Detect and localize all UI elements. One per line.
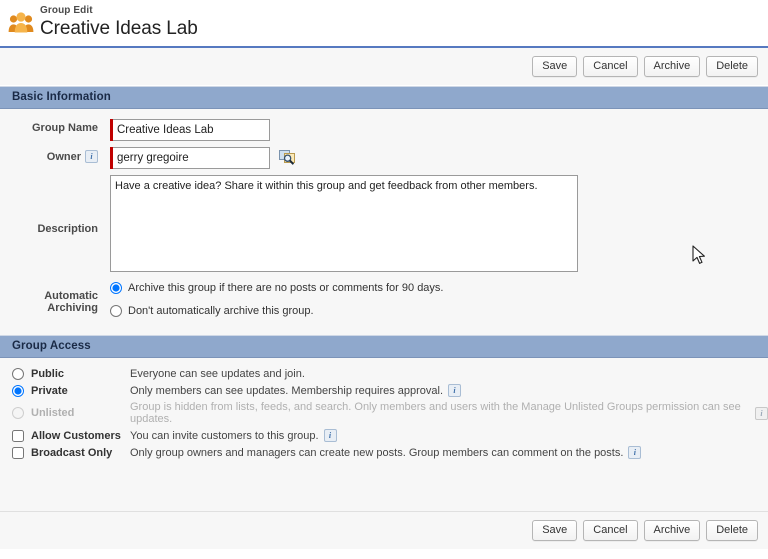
radio-archive-after-90-days[interactable]: Archive this group if there are no posts…: [110, 280, 443, 297]
access-label-private: Private: [31, 384, 68, 397]
group-name-input-wrap: [110, 119, 270, 142]
form-spacer: [0, 463, 768, 504]
section-header-basic-information: Basic Information: [0, 86, 768, 110]
page-eyebrow: Group Edit: [40, 5, 93, 16]
group-name-control: [110, 119, 270, 142]
save-button-bottom[interactable]: Save: [532, 520, 578, 542]
access-label-public: Public: [31, 368, 65, 381]
owner-input-wrap: [110, 147, 270, 170]
info-icon-unlisted[interactable]: i: [755, 406, 768, 420]
bottom-button-bar: Save Cancel Archive Delete: [0, 511, 768, 550]
access-control-broadcast-only: [12, 446, 26, 459]
save-button-top[interactable]: Save: [532, 56, 578, 78]
access-desc-allow-customers: You can invite customers to this group. …: [130, 429, 337, 443]
checkbox-input-allow-customers[interactable]: [12, 429, 24, 442]
description-control: [110, 175, 578, 273]
cancel-button-bottom[interactable]: Cancel: [583, 520, 638, 542]
owner-label-cell: Owner i: [0, 147, 110, 164]
access-row-allow-customers[interactable]: Allow Customers You can invite customers…: [0, 429, 768, 446]
owner-label: Owner: [46, 150, 81, 163]
access-control-unlisted: [12, 407, 26, 420]
access-label-unlisted: Unlisted: [31, 407, 75, 420]
radio-input-public[interactable]: [12, 368, 24, 381]
access-desc-private: Only members can see updates. Membership…: [130, 384, 462, 398]
access-desc-broadcast-only: Only group owners and managers can creat…: [130, 446, 642, 460]
access-label-allow-customers: Allow Customers: [31, 429, 121, 442]
access-desc-text-private: Only members can see updates. Membership…: [130, 384, 444, 397]
access-desc-public: Everyone can see updates and join.: [130, 368, 305, 380]
radio-label-archive-90: Archive this group if there are no posts…: [128, 282, 444, 295]
group-name-input[interactable]: [113, 119, 270, 142]
page-title: Creative Ideas Lab: [40, 18, 198, 39]
info-icon-owner[interactable]: i: [85, 150, 98, 164]
access-desc-text-unlisted: Group is hidden from lists, feeds, and s…: [130, 401, 741, 426]
group-access-body: Public Everyone can see updates and join…: [0, 358, 768, 512]
radio-input-private[interactable]: [12, 384, 24, 397]
access-row-broadcast-only[interactable]: Broadcast Only Only group owners and man…: [0, 446, 768, 463]
basic-information-body: Group Name Owner i: [0, 109, 768, 336]
page-header: Group Edit Creative Ideas Lab: [0, 0, 768, 40]
delete-button-top[interactable]: Delete: [706, 56, 758, 78]
access-row-unlisted: Unlisted Group is hidden from lists, fee…: [0, 401, 768, 429]
description-textarea[interactable]: [110, 175, 578, 273]
access-control-private: [12, 384, 26, 397]
automatic-archiving-label: Automatic Archiving: [44, 290, 98, 315]
field-row-description: Description: [0, 175, 768, 273]
access-desc-unlisted: Group is hidden from lists, feeds, and s…: [130, 401, 768, 425]
radio-dont-archive[interactable]: Don't automatically archive this group.: [110, 303, 314, 320]
access-desc-text-allow-customers: You can invite customers to this group.: [130, 429, 319, 442]
archive-button-top[interactable]: Archive: [643, 56, 701, 78]
delete-button-bottom[interactable]: Delete: [706, 520, 758, 542]
info-icon-private[interactable]: i: [448, 384, 462, 398]
access-label-broadcast-only: Broadcast Only: [31, 446, 113, 459]
access-control-public: [12, 368, 26, 381]
field-row-owner: Owner i: [0, 147, 768, 170]
page-bottom-fill: [0, 549, 768, 559]
radio-label-dont-archive: Don't automatically archive this group.: [128, 304, 314, 317]
info-icon-allow-customers[interactable]: i: [323, 429, 337, 443]
radio-input-dont-archive[interactable]: [110, 304, 122, 317]
section-header-group-access: Group Access: [0, 335, 768, 359]
access-row-public[interactable]: Public Everyone can see updates and join…: [0, 368, 768, 384]
radio-input-archive-90[interactable]: [110, 282, 122, 295]
archive-button-bottom[interactable]: Archive: [643, 520, 701, 542]
info-icon-broadcast-only[interactable]: i: [628, 446, 642, 460]
field-row-group-name: Group Name: [0, 119, 768, 142]
top-button-bar: Save Cancel Archive Delete: [0, 48, 768, 87]
owner-control: [110, 147, 295, 170]
access-desc-text-public: Everyone can see updates and join.: [130, 368, 305, 381]
access-row-private[interactable]: Private Only members can see updates. Me…: [0, 384, 768, 401]
automatic-archiving-options: Archive this group if there are no posts…: [110, 278, 443, 321]
checkbox-input-broadcast-only[interactable]: [12, 446, 24, 459]
access-control-allow-customers: [12, 429, 26, 442]
group-name-label: Group Name: [31, 122, 98, 135]
description-label: Description: [37, 223, 98, 236]
access-desc-text-broadcast-only: Only group owners and managers can creat…: [130, 446, 624, 459]
lookup-search-icon[interactable]: [279, 150, 295, 166]
group-people-icon: [8, 10, 34, 36]
field-row-automatic-archiving: Automatic Archiving Archive this group i…: [0, 278, 768, 321]
radio-input-unlisted: [12, 407, 24, 420]
cancel-button-top[interactable]: Cancel: [583, 56, 638, 78]
owner-input[interactable]: [113, 147, 270, 170]
